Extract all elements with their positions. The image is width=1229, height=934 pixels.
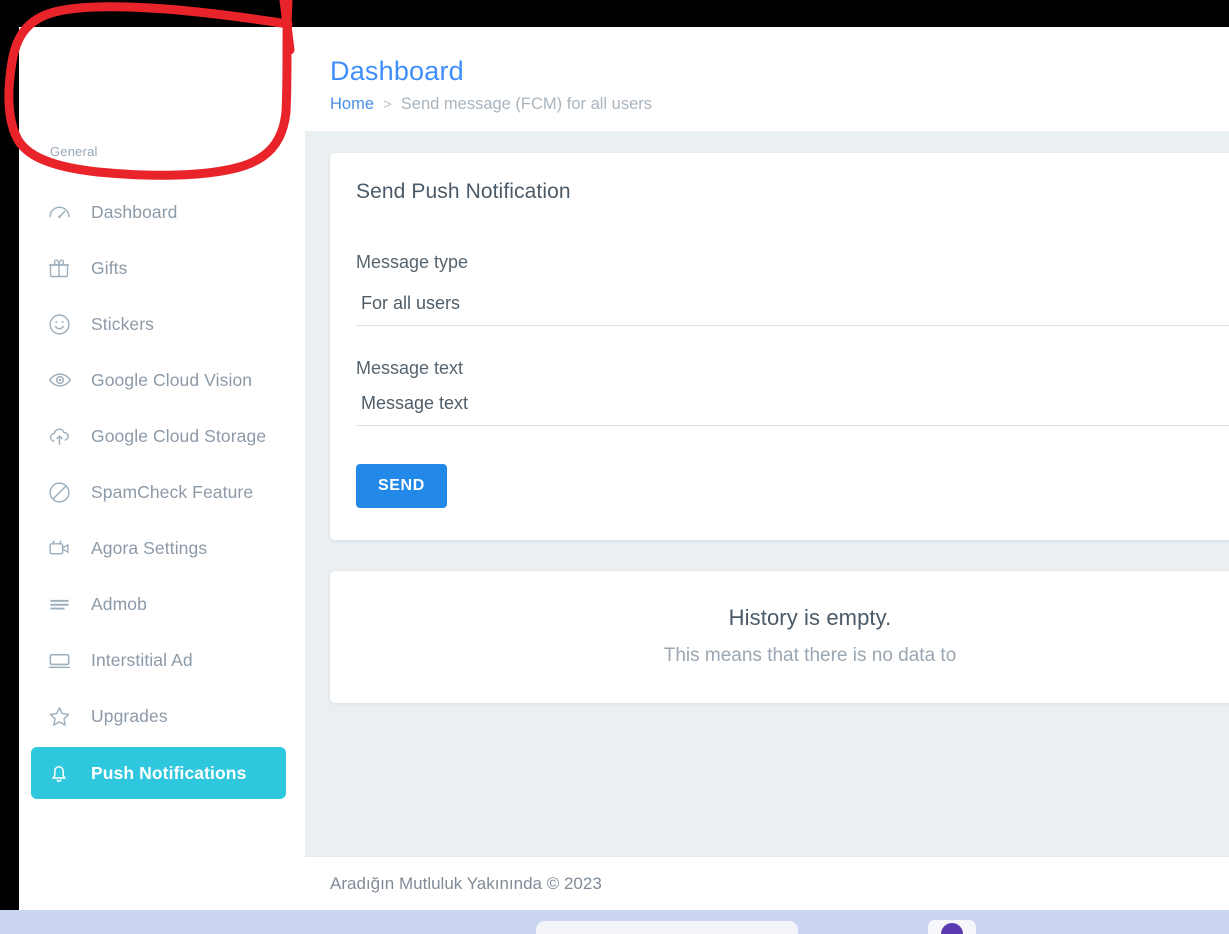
breadcrumb-home-link[interactable]: Home bbox=[330, 95, 374, 114]
message-text-field: Message text bbox=[356, 358, 1229, 426]
sidebar-item-google-cloud-storage[interactable]: Google Cloud Storage bbox=[19, 411, 286, 461]
message-type-label: Message type bbox=[356, 252, 469, 272]
sidebar-item-gifts[interactable]: Gifts bbox=[19, 243, 286, 293]
cloud-upload-icon bbox=[47, 424, 77, 448]
sidebar-item-stickers[interactable]: Stickers bbox=[19, 299, 286, 349]
sidebar-item-spamcheck-feature[interactable]: SpamCheck Feature bbox=[19, 467, 286, 517]
page-header: Dashboard Home > Send message (FCM) for … bbox=[305, 27, 1229, 131]
block-icon bbox=[47, 480, 77, 504]
sidebar-item-label: Upgrades bbox=[91, 705, 168, 726]
chevron-right-icon: > bbox=[383, 96, 392, 113]
footer-copyright: Aradığın Mutluluk Yakınında © 2023 bbox=[330, 873, 602, 893]
message-text-label: Message text bbox=[356, 358, 464, 378]
history-empty-title: History is empty. bbox=[728, 605, 892, 630]
main-content: Dashboard Home > Send message (FCM) for … bbox=[305, 27, 1229, 910]
message-text-input[interactable] bbox=[356, 393, 1229, 426]
sidebar-item-upgrades[interactable]: Upgrades bbox=[19, 691, 286, 741]
app-viewport: General Dashboard Gifts Stickers Google … bbox=[19, 27, 1229, 910]
sidebar: General Dashboard Gifts Stickers Google … bbox=[19, 27, 305, 910]
message-type-field: Message type bbox=[356, 252, 1229, 326]
history-empty-subtitle: This means that there is no data to bbox=[663, 645, 957, 666]
sidebar-item-admob[interactable]: Admob bbox=[19, 579, 286, 629]
sidebar-item-label: Interstitial Ad bbox=[91, 649, 193, 670]
monitor-icon bbox=[47, 648, 77, 672]
screenshot-root: General Dashboard Gifts Stickers Google … bbox=[0, 0, 1229, 934]
eye-icon bbox=[47, 368, 77, 392]
window-chrome-top bbox=[0, 0, 1229, 27]
message-type-select[interactable] bbox=[356, 293, 1229, 326]
os-taskbar-strip bbox=[0, 910, 1229, 934]
sidebar-item-agora-settings[interactable]: Agora Settings bbox=[19, 523, 286, 573]
breadcrumb-current: Send message (FCM) for all users bbox=[400, 95, 653, 113]
sidebar-brand-logo-area[interactable] bbox=[19, 27, 305, 143]
sidebar-section-label-general: General bbox=[50, 144, 98, 159]
sidebar-item-label: Push Notifications bbox=[91, 762, 247, 783]
sidebar-item-label: Google Cloud Vision bbox=[91, 369, 253, 390]
card-title: Send Push Notification bbox=[356, 180, 571, 203]
speedometer-icon bbox=[47, 200, 77, 224]
breadcrumb: Home > Send message (FCM) for all users bbox=[330, 95, 1229, 114]
sidebar-item-interstitial-ad[interactable]: Interstitial Ad bbox=[19, 635, 286, 685]
sidebar-item-label: Stickers bbox=[91, 313, 155, 334]
bell-icon bbox=[47, 761, 77, 785]
history-card: History is empty. This means that there … bbox=[330, 571, 1229, 703]
sidebar-item-dashboard[interactable]: Dashboard bbox=[19, 187, 286, 237]
sidebar-item-push-notifications[interactable]: Push Notifications bbox=[31, 747, 286, 799]
page-footer: Aradığın Mutluluk Yakınında © 2023 bbox=[305, 856, 1229, 910]
page-title: Dashboard bbox=[330, 56, 464, 86]
sidebar-item-label: Agora Settings bbox=[91, 537, 208, 558]
sidebar-item-label: Dashboard bbox=[91, 201, 178, 222]
sidebar-nav: Dashboard Gifts Stickers Google Cloud Vi… bbox=[19, 169, 305, 799]
star-icon bbox=[47, 704, 77, 728]
sidebar-item-label: Gifts bbox=[91, 257, 128, 278]
sidebar-item-label: Admob bbox=[91, 593, 147, 614]
smiley-icon bbox=[47, 312, 77, 336]
os-tab-pill[interactable] bbox=[536, 921, 798, 934]
send-push-notification-card: Send Push Notification Message type Mess… bbox=[330, 153, 1229, 540]
video-camera-icon bbox=[47, 536, 77, 560]
window-chrome-left bbox=[0, 0, 19, 910]
gift-icon bbox=[47, 256, 77, 280]
send-button[interactable]: SEND bbox=[356, 464, 447, 508]
sidebar-item-label: Google Cloud Storage bbox=[91, 425, 267, 446]
content-area: Send Push Notification Message type Mess… bbox=[305, 131, 1229, 703]
sidebar-item-google-cloud-vision[interactable]: Google Cloud Vision bbox=[19, 355, 286, 405]
sidebar-item-label: SpamCheck Feature bbox=[91, 481, 254, 502]
lines-icon bbox=[47, 592, 77, 616]
